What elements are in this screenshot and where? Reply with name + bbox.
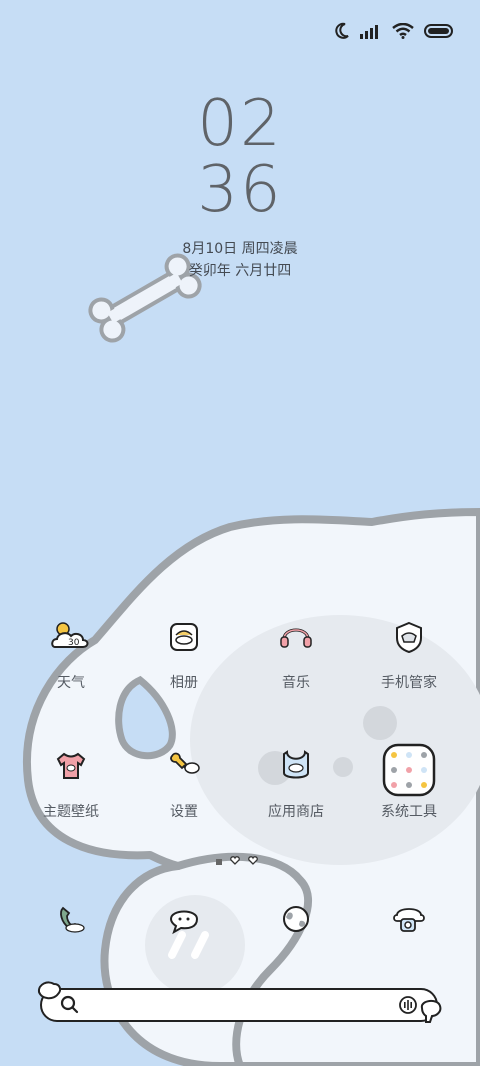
weather-icon: 30 [48, 614, 94, 660]
gallery-icon [161, 614, 207, 660]
phone-icon [48, 896, 94, 942]
app-label: 系统工具 [381, 804, 437, 820]
page-dot-heart-icon [248, 850, 258, 869]
app-weather[interactable]: 30 天气 [21, 614, 121, 692]
folder-icon [382, 743, 436, 797]
dock-camera[interactable] [359, 896, 459, 942]
wrench-icon [161, 743, 207, 789]
page-indicator[interactable] [216, 850, 258, 869]
battery-icon [424, 23, 454, 39]
moon-icon [334, 22, 350, 40]
camera-icon [386, 896, 432, 942]
app-label: 天气 [57, 675, 85, 691]
dock-browser[interactable] [246, 896, 346, 942]
app-system-tools[interactable]: 系统工具 [359, 743, 459, 821]
app-gallery[interactable]: 相册 [134, 614, 234, 692]
page-dot-heart-icon [230, 850, 240, 869]
search-bar[interactable] [40, 988, 438, 1022]
app-themes[interactable]: 主题壁纸 [21, 743, 121, 821]
messages-icon [161, 896, 207, 942]
signal-icon [360, 23, 382, 39]
tshirt-icon [48, 743, 94, 789]
clock-hours[interactable]: 02 [0, 92, 480, 156]
svg-text:30: 30 [68, 638, 80, 648]
dog-paw-decoration [418, 996, 444, 1028]
app-label: 手机管家 [381, 675, 437, 691]
browser-icon [273, 896, 319, 942]
clock-minutes[interactable]: 36 [0, 158, 480, 222]
app-label: 应用商店 [268, 804, 324, 820]
date-lunar[interactable]: 癸卯年 六月廿四 [0, 260, 480, 280]
status-bar [334, 18, 454, 44]
app-label: 主题壁纸 [43, 804, 99, 820]
dock-phone[interactable] [21, 896, 121, 942]
voice-icon[interactable] [398, 995, 418, 1019]
app-label: 音乐 [282, 675, 310, 691]
dog-ear-decoration [36, 978, 64, 1006]
app-label: 相册 [170, 675, 198, 691]
app-store[interactable]: 应用商店 [246, 743, 346, 821]
app-settings[interactable]: 设置 [134, 743, 234, 821]
search-input[interactable] [88, 994, 392, 1018]
date-gregorian[interactable]: 8月10日 周四凌晨 [0, 238, 480, 258]
headphones-icon [273, 614, 319, 660]
page-dot-current [216, 850, 222, 869]
dock-messages[interactable] [134, 896, 234, 942]
bib-icon [273, 743, 319, 789]
shield-icon [386, 614, 432, 660]
app-phone-manager[interactable]: 手机管家 [359, 614, 459, 692]
app-music[interactable]: 音乐 [246, 614, 346, 692]
wifi-icon [392, 23, 414, 39]
app-label: 设置 [170, 804, 198, 820]
